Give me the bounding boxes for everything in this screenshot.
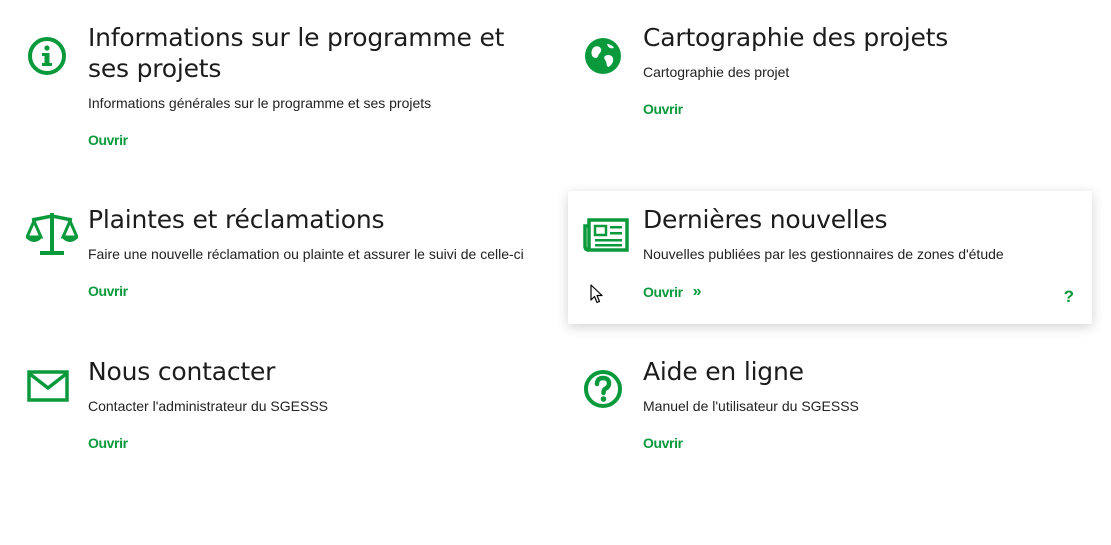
balance-scale-icon [26, 210, 78, 258]
card-title: Dernières nouvelles [643, 205, 888, 234]
card-title: Plaintes et réclamations [88, 205, 385, 234]
open-link-label: Ouvrir [88, 435, 128, 451]
mouse-cursor-icon [590, 284, 604, 309]
card-body: Cartographie des projets Cartographie de… [643, 22, 1100, 119]
open-link-label: Ouvrir [88, 132, 128, 148]
newspaper-icon [582, 215, 630, 255]
open-link-project-map[interactable]: Ouvrir [643, 101, 683, 117]
card-description: Cartographie des projet [643, 64, 790, 80]
open-link-program-info[interactable]: Ouvrir [88, 132, 128, 148]
envelope-icon [26, 366, 70, 406]
card-description: Nouvelles publiées par les gestionnaires… [643, 246, 1004, 262]
card-title: Aide en ligne [643, 357, 804, 386]
card-body: Dernières nouvelles Nouvelles publiées p… [643, 204, 1092, 302]
card-description: Faire une nouvelle réclamation ou plaint… [88, 246, 524, 262]
open-link-label: Ouvrir [88, 283, 128, 299]
card-body: Nous contacter Contacter l'administrateu… [88, 356, 544, 453]
question-circle-icon [580, 366, 626, 412]
card-body: Informations sur le programme et ses pro… [88, 22, 544, 150]
open-link-label: Ouvrir [643, 284, 683, 300]
card-body: Aide en ligne Manuel de l'utilisateur du… [643, 356, 1100, 453]
double-chevron-right-icon: » [692, 283, 702, 300]
info-circle-icon [24, 33, 70, 79]
card-body: Plaintes et réclamations Faire une nouve… [88, 204, 544, 301]
card-description: Informations générales sur le programme … [88, 95, 432, 111]
open-link-online-help[interactable]: Ouvrir [643, 435, 683, 451]
globe-icon [580, 33, 626, 79]
help-question-icon[interactable]: ? [1064, 287, 1074, 307]
open-link-label: Ouvrir [643, 435, 683, 451]
open-link-complaints[interactable]: Ouvrir [88, 283, 128, 299]
card-title: Nous contacter [88, 357, 276, 386]
card-description: Contacter l'administrateur du SGESSS [88, 398, 329, 414]
card-description: Manuel de l'utilisateur du SGESSS [643, 398, 859, 414]
card-latest-news: Dernières nouvelles Nouvelles publiées p… [568, 191, 1092, 324]
card-title: Cartographie des projets [643, 23, 949, 52]
open-link-latest-news[interactable]: Ouvrir » [643, 283, 702, 301]
open-link-label: Ouvrir [643, 101, 683, 117]
card-title: Informations sur le programme et ses pro… [88, 23, 505, 83]
open-link-contact[interactable]: Ouvrir [88, 435, 128, 451]
